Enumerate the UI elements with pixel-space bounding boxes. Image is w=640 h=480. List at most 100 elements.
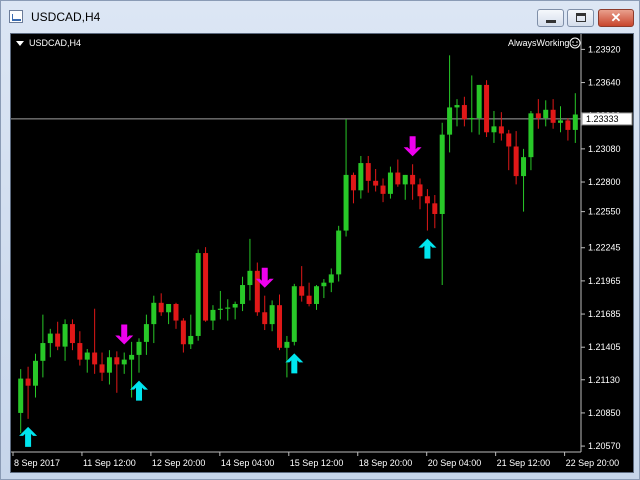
- candle-body: [284, 341, 290, 348]
- time-tick-label: 8 Sep 2017: [14, 458, 60, 468]
- price-tag-label: 1.23333: [586, 114, 619, 124]
- candle-body: [461, 105, 467, 120]
- price-tick-label: 1.21405: [588, 342, 621, 352]
- sell-signal-arrow-icon: [403, 136, 422, 157]
- candle-body: [454, 105, 460, 108]
- candle-body: [25, 378, 31, 386]
- candle-body: [417, 184, 423, 197]
- candle-body: [143, 324, 149, 342]
- candle-body: [40, 343, 46, 361]
- candle-body: [195, 253, 201, 336]
- price-tick-label: 1.21965: [588, 276, 621, 286]
- price-tick-label: 1.22800: [588, 177, 621, 187]
- candle-body: [69, 324, 75, 344]
- candle-body: [114, 357, 120, 365]
- maximize-icon: [576, 13, 586, 22]
- buy-signal-arrow-icon: [19, 426, 38, 447]
- smiley-eye-left: [572, 41, 574, 43]
- price-tick-label: 1.22245: [588, 243, 621, 253]
- candle-body: [173, 303, 179, 321]
- time-tick-label: 21 Sep 12:00: [497, 458, 551, 468]
- candle-body: [336, 230, 342, 275]
- time-tick-label: 12 Sep 20:00: [152, 458, 206, 468]
- candle-body: [262, 312, 268, 325]
- candle-body: [543, 109, 549, 119]
- candle-body: [402, 174, 408, 185]
- candle-body: [158, 302, 164, 313]
- price-axis[interactable]: 1.239201.236401.233601.230801.228001.225…: [581, 44, 621, 451]
- candle-body: [188, 335, 194, 345]
- candle-body: [151, 302, 157, 325]
- candle-body: [387, 172, 393, 194]
- candle-body: [299, 286, 305, 296]
- candle-body: [217, 308, 223, 310]
- title-bar[interactable]: USDCAD,H4 ✕: [1, 1, 639, 33]
- candle-body: [521, 157, 527, 177]
- candle-body: [528, 113, 534, 158]
- candle-body: [47, 333, 53, 344]
- maximize-button[interactable]: [567, 9, 594, 27]
- candle-body: [306, 295, 312, 304]
- candle-body: [269, 305, 275, 325]
- buy-signal-arrow-icon: [285, 353, 304, 374]
- candle-body: [565, 120, 571, 130]
- price-tick-label: 1.21130: [588, 375, 620, 385]
- smiley-mouth: [572, 44, 578, 47]
- buy-signal-arrow-icon: [418, 238, 437, 259]
- candle-body: [55, 333, 61, 347]
- candle-body: [572, 114, 578, 130]
- window-title: USDCAD,H4: [31, 10, 101, 24]
- candle-body: [380, 185, 386, 194]
- candle-body: [277, 305, 283, 348]
- candle-body: [240, 285, 246, 304]
- candle-body: [225, 307, 231, 309]
- candle-body: [410, 174, 416, 185]
- candle-body: [166, 303, 172, 313]
- candle-body: [558, 120, 564, 123]
- candle-body: [247, 270, 253, 286]
- time-tick-label: 14 Sep 04:00: [221, 458, 275, 468]
- candle-body: [491, 126, 497, 133]
- candle-body: [121, 359, 127, 365]
- candle-body: [84, 352, 90, 360]
- price-tick-label: 1.23920: [588, 44, 621, 54]
- price-tick-label: 1.22550: [588, 207, 621, 217]
- chart-symbol-label: USDCAD,H4: [29, 38, 81, 48]
- candle-body: [99, 364, 105, 373]
- triangle-down-icon[interactable]: [16, 41, 24, 46]
- price-chart[interactable]: 1.239201.236401.233601.230801.228001.225…: [10, 33, 634, 473]
- terminal-window: USDCAD,H4 ✕ 1.239201.236401.233601.23080…: [0, 0, 640, 480]
- time-tick-label: 20 Sep 04:00: [428, 458, 482, 468]
- candle-body: [439, 134, 445, 214]
- smiley-eye-right: [576, 41, 578, 43]
- candle-body: [476, 84, 482, 119]
- candle-body: [62, 324, 68, 347]
- candles-layer: [18, 55, 578, 434]
- chart-header: USDCAD,H4 AlwaysWorking: [16, 37, 581, 49]
- candle-body: [136, 341, 142, 355]
- candle-body: [506, 133, 512, 147]
- time-axis[interactable]: 8 Sep 2017 11 Sep 12:00 12 Sep 20:00 14 Sep…: [12, 452, 620, 468]
- chart-axes: [11, 34, 582, 453]
- price-tick-label: 1.21685: [588, 309, 621, 319]
- candle-body: [210, 309, 216, 321]
- minimize-button[interactable]: [537, 9, 564, 27]
- time-tick-label: 18 Sep 20:00: [359, 458, 413, 468]
- candle-body: [484, 84, 490, 133]
- candlestick-chart[interactable]: 1.239201.236401.233601.230801.228001.225…: [11, 34, 633, 472]
- close-icon: ✕: [610, 10, 622, 25]
- candle-body: [513, 146, 519, 177]
- candle-body: [447, 107, 453, 135]
- candle-body: [106, 357, 112, 373]
- close-button[interactable]: ✕: [598, 9, 634, 27]
- candle-body: [469, 118, 475, 120]
- candle-body: [365, 163, 371, 181]
- time-tick-label: 22 Sep 20:00: [566, 458, 620, 468]
- sell-signal-arrow-icon: [115, 324, 134, 345]
- current-price-tag: 1.23333: [581, 112, 633, 126]
- candle-body: [350, 174, 356, 191]
- smiley-icon: [569, 37, 581, 49]
- candle-body: [321, 282, 327, 287]
- candle-body: [358, 163, 364, 191]
- candle-body: [18, 378, 24, 413]
